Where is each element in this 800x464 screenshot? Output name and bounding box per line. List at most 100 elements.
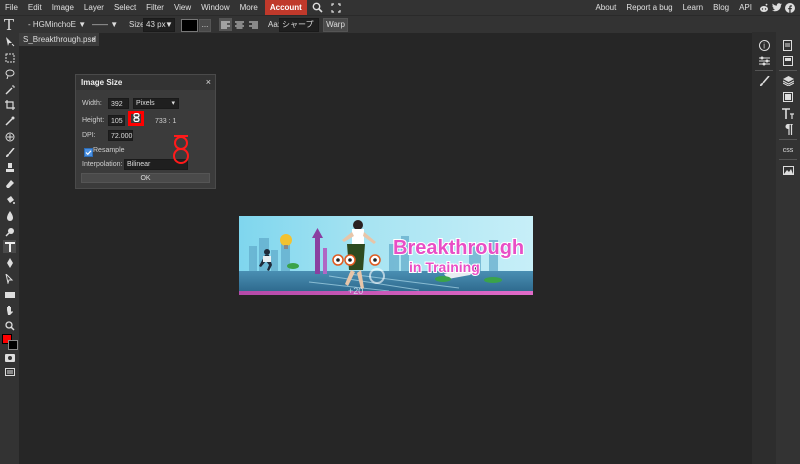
- paint-bucket-icon[interactable]: [3, 193, 16, 206]
- height-input[interactable]: 105: [108, 115, 125, 126]
- dialog-title: Image Size: [81, 78, 123, 87]
- panel-collapsed-column: i: [752, 32, 776, 464]
- screen-mode-icon[interactable]: [3, 365, 16, 378]
- menu-window[interactable]: Window: [196, 0, 234, 15]
- unit-select-value: Pixels: [136, 100, 155, 107]
- layers-icon[interactable]: [779, 74, 797, 88]
- menu-select[interactable]: Select: [109, 0, 141, 15]
- menu-view[interactable]: View: [169, 0, 196, 15]
- reddit-icon[interactable]: [757, 0, 770, 15]
- account-button[interactable]: Account: [264, 0, 307, 15]
- text-color-swatch[interactable]: [181, 19, 198, 32]
- link-icon: [132, 113, 140, 124]
- antialias-select[interactable]: シャープ: [279, 18, 319, 32]
- link-about[interactable]: About: [590, 3, 621, 12]
- link-learn[interactable]: Learn: [678, 3, 708, 12]
- font-style-select[interactable]: —— ▼: [92, 18, 118, 31]
- panel-separator: [779, 159, 797, 160]
- dpi-label: DPI:: [82, 132, 96, 139]
- marquee-tool-icon[interactable]: [3, 51, 16, 64]
- css-panel-button[interactable]: css: [779, 143, 797, 157]
- history-icon[interactable]: i: [755, 38, 773, 52]
- menu-layer[interactable]: Layer: [79, 0, 109, 15]
- eraser-tool-icon[interactable]: [3, 177, 16, 190]
- link-api[interactable]: API: [734, 3, 757, 12]
- rectangle-tool-icon[interactable]: [3, 288, 16, 301]
- font-size-dropdown[interactable]: ▼: [165, 18, 173, 31]
- red-annotation-mark: [172, 135, 190, 164]
- panel-icon-column: css: [776, 32, 800, 464]
- layers-doc-icon[interactable]: [779, 38, 797, 52]
- paragraph-icon[interactable]: [779, 122, 797, 136]
- aspect-ratio-text: 733 : 1: [155, 118, 177, 125]
- blur-tool-icon[interactable]: [3, 209, 16, 222]
- unit-select[interactable]: Pixels ▾: [133, 98, 179, 109]
- dodge-tool-icon[interactable]: [3, 225, 16, 238]
- constrain-proportions-button[interactable]: [128, 111, 144, 126]
- resample-checkbox[interactable]: [84, 148, 93, 157]
- align-right-icon[interactable]: [247, 18, 260, 31]
- banner-overlay-text: +20: [348, 286, 363, 295]
- menu-file[interactable]: File: [0, 0, 23, 15]
- image-panel-icon[interactable]: [779, 163, 797, 177]
- menu-bar: File Edit Image Layer Select Filter View…: [0, 0, 800, 15]
- properties-icon[interactable]: [779, 54, 797, 68]
- right-panel: i css: [752, 32, 800, 464]
- canvas-image[interactable]: Breakthrough in Training +20: [239, 216, 533, 295]
- tool-brush-panel-icon[interactable]: [755, 74, 773, 88]
- pen-tool-icon[interactable]: [3, 256, 16, 269]
- crop-tool-icon[interactable]: [3, 98, 16, 111]
- image-size-dialog: Image Size × Width: 392 Pixels ▾ Height:…: [75, 74, 216, 189]
- twitter-icon[interactable]: [770, 0, 783, 15]
- fullscreen-icon[interactable]: [329, 0, 343, 15]
- eyedropper-icon[interactable]: [3, 114, 16, 127]
- quick-mask-icon[interactable]: [3, 351, 16, 364]
- options-bar: T - HGMinchoE ▼ —— ▼ Size: 43 px ▼ ... A…: [0, 15, 800, 34]
- link-report-bug[interactable]: Report a bug: [621, 3, 677, 12]
- channels-icon[interactable]: [779, 90, 797, 104]
- link-blog[interactable]: Blog: [708, 3, 734, 12]
- panel-separator: [779, 70, 797, 71]
- brush-tool-icon[interactable]: [3, 146, 16, 159]
- close-dialog-icon[interactable]: ×: [206, 77, 211, 87]
- menu-right-links: About Report a bug Learn Blog API: [590, 0, 796, 15]
- menu-edit[interactable]: Edit: [23, 0, 47, 15]
- interpolation-label: Interpolation:: [82, 161, 123, 168]
- width-label: Width:: [82, 100, 102, 107]
- more-options-button[interactable]: ...: [199, 19, 211, 32]
- banner-title-line2: in Training: [409, 259, 480, 275]
- menu-more[interactable]: More: [235, 0, 263, 15]
- menu-image[interactable]: Image: [47, 0, 79, 15]
- lasso-tool-icon[interactable]: [3, 67, 16, 80]
- align-center-icon[interactable]: [233, 18, 246, 31]
- align-left-icon[interactable]: [219, 18, 232, 31]
- ok-button[interactable]: OK: [81, 173, 210, 183]
- facebook-icon[interactable]: [783, 0, 796, 15]
- adjustments-icon[interactable]: [755, 54, 773, 68]
- path-select-icon[interactable]: [3, 272, 16, 285]
- type-tool-icon-left[interactable]: [3, 240, 16, 253]
- svg-text:i: i: [763, 41, 765, 50]
- width-input[interactable]: 392: [108, 98, 129, 109]
- background-color-swatch[interactable]: [8, 340, 18, 350]
- clone-stamp-icon[interactable]: [3, 161, 16, 174]
- magic-wand-icon[interactable]: [3, 83, 16, 96]
- warp-button[interactable]: Warp: [323, 18, 348, 32]
- document-tab-title: S_Breakthrough.psd: [23, 35, 96, 44]
- hand-tool-icon[interactable]: [3, 303, 16, 316]
- close-tab-icon[interactable]: ×: [91, 33, 96, 46]
- height-label: Height:: [82, 117, 105, 124]
- menu-filter[interactable]: Filter: [141, 0, 169, 15]
- dpi-input[interactable]: 72.000: [108, 130, 133, 141]
- zoom-tool-icon[interactable]: [3, 319, 16, 332]
- panel-separator: [779, 139, 797, 140]
- font-family-select[interactable]: - HGMinchoE ▼: [28, 18, 86, 31]
- left-toolbar: [0, 32, 19, 464]
- resample-label: Resample: [93, 147, 125, 154]
- move-tool-icon[interactable]: [3, 35, 16, 48]
- healing-brush-icon[interactable]: [3, 130, 16, 143]
- chevron-down-icon: ▾: [171, 100, 175, 107]
- document-tab[interactable]: S_Breakthrough.psd ×: [19, 33, 99, 46]
- search-icon[interactable]: [311, 0, 325, 15]
- character-icon[interactable]: [779, 106, 797, 120]
